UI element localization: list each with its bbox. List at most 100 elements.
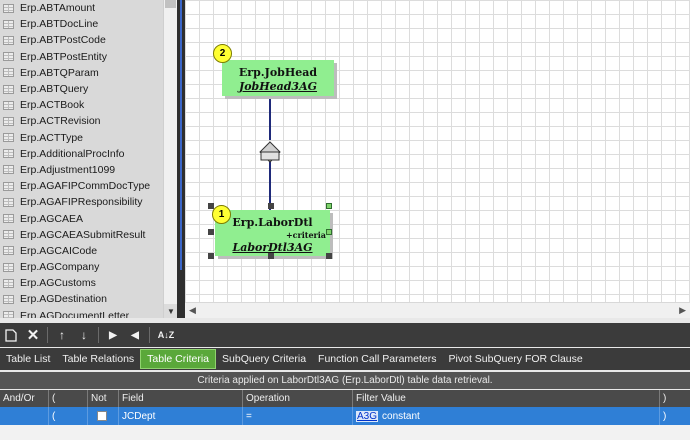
table-icon bbox=[3, 278, 14, 288]
selection-handle[interactable] bbox=[208, 229, 214, 235]
list-item-label: Erp.Adjustment1099 bbox=[20, 163, 116, 176]
list-item[interactable]: Erp.AGDestination bbox=[0, 291, 163, 307]
tab-function-call-parameters[interactable]: Function Call Parameters bbox=[312, 349, 442, 369]
selection-handle[interactable] bbox=[326, 253, 332, 259]
scroll-down-button[interactable]: ▼ bbox=[164, 304, 178, 318]
table-icon bbox=[3, 294, 14, 304]
entity-jobhead[interactable]: Erp.JobHead JobHead3AG bbox=[222, 60, 334, 96]
column-header-filter-value[interactable]: Filter Value bbox=[353, 390, 660, 407]
filter-value-link[interactable]: A3G bbox=[356, 410, 379, 422]
column-header-open-paren[interactable]: ( bbox=[49, 390, 88, 407]
filter-value-type: constant bbox=[382, 410, 420, 422]
tab-pivot-subquery-for-clause[interactable]: Pivot SubQuery FOR Clause bbox=[443, 349, 589, 369]
table-icon bbox=[3, 100, 14, 110]
table-icon bbox=[3, 133, 14, 143]
list-item[interactable]: Erp.AGCustoms bbox=[0, 275, 163, 291]
list-item[interactable]: Erp.ACTType bbox=[0, 130, 163, 146]
delete-icon[interactable]: ✕ bbox=[22, 325, 44, 345]
table-row[interactable]: ( JCDept = A3G constant ) bbox=[0, 407, 690, 425]
cell-andor[interactable] bbox=[0, 407, 49, 425]
selection-handle[interactable] bbox=[208, 203, 214, 209]
back-icon[interactable]: ◀ bbox=[124, 325, 146, 345]
table-icon bbox=[3, 3, 14, 13]
query-designer-window: Erp.ABTAmount Erp.ABTDocLine Erp.ABTPostCo… bbox=[0, 0, 690, 440]
list-item-label: Erp.AGCustoms bbox=[20, 277, 96, 290]
list-item[interactable]: Erp.ABTPostCode bbox=[0, 32, 163, 48]
selection-handle[interactable] bbox=[208, 253, 214, 259]
cell-operation[interactable]: = bbox=[243, 407, 353, 425]
table-list-panel: Erp.ABTAmount Erp.ABTDocLine Erp.ABTPostCo… bbox=[0, 0, 163, 318]
toolbar-separator bbox=[98, 327, 99, 343]
tab-table-relations[interactable]: Table Relations bbox=[56, 349, 140, 369]
play-icon[interactable]: ▶ bbox=[102, 325, 124, 345]
selection-handle[interactable] bbox=[326, 229, 332, 235]
scroll-right-icon[interactable]: ▶ bbox=[679, 305, 686, 316]
list-item-label: Erp.AdditionalProcInfo bbox=[20, 147, 125, 160]
column-header-andor[interactable]: And/Or bbox=[0, 390, 49, 407]
move-down-icon[interactable]: ↓ bbox=[73, 325, 95, 345]
new-icon[interactable] bbox=[0, 325, 22, 345]
list-item[interactable]: Erp.Adjustment1099 bbox=[0, 162, 163, 178]
list-item[interactable]: Erp.AGCAICode bbox=[0, 243, 163, 259]
tab-subquery-criteria[interactable]: SubQuery Criteria bbox=[216, 349, 312, 369]
column-header-close-paren[interactable]: ) bbox=[660, 390, 690, 407]
list-item-label: Erp.AGCompany bbox=[20, 261, 100, 274]
list-item[interactable]: Erp.ACTBook bbox=[0, 97, 163, 113]
table-icon bbox=[3, 52, 14, 62]
table-icon bbox=[3, 197, 14, 207]
list-item[interactable]: Erp.AGCAEASubmitResult bbox=[0, 227, 163, 243]
list-item[interactable]: Erp.ABTAmount bbox=[0, 0, 163, 16]
criteria-tabs: Table List Table Relations Table Criteria S… bbox=[0, 348, 690, 370]
list-item[interactable]: Erp.ABTQParam bbox=[0, 65, 163, 81]
diagram-canvas[interactable]: Erp.JobHead JobHead3AG 2 Erp.LaborDtl +c… bbox=[185, 0, 690, 302]
list-item[interactable]: Erp.AGCAEA bbox=[0, 210, 163, 226]
table-icon bbox=[3, 116, 14, 126]
column-header-operation[interactable]: Operation bbox=[243, 390, 353, 407]
panel-splitter[interactable] bbox=[177, 0, 185, 318]
list-item[interactable]: Erp.AGAFIPCommDocType bbox=[0, 178, 163, 194]
list-item-label: Erp.ACTType bbox=[20, 131, 84, 144]
cell-close-paren[interactable]: ) bbox=[660, 407, 690, 425]
table-list-scrollbar[interactable]: ▼ bbox=[163, 0, 178, 318]
cell-filter-value[interactable]: A3G constant bbox=[353, 407, 660, 425]
toolbar-separator bbox=[47, 327, 48, 343]
tab-table-criteria[interactable]: Table Criteria bbox=[140, 349, 217, 369]
list-item-label: Erp.AGDestination bbox=[20, 293, 107, 306]
list-item-label: Erp.ABTDocLine bbox=[20, 18, 99, 31]
list-item[interactable]: Erp.ACTRevision bbox=[0, 113, 163, 129]
list-item-label: Erp.ACTRevision bbox=[20, 115, 101, 128]
scroll-left-icon[interactable]: ◀ bbox=[189, 305, 196, 316]
sort-icon[interactable]: A↓Z bbox=[153, 325, 179, 345]
list-item-label: Erp.ABTQParam bbox=[20, 66, 99, 79]
list-item-label: Erp.AGAFIPResponsibility bbox=[20, 196, 143, 209]
list-item[interactable]: Erp.AdditionalProcInfo bbox=[0, 146, 163, 162]
table-icon bbox=[3, 165, 14, 175]
table-icon bbox=[3, 35, 14, 45]
list-item[interactable]: Erp.AGAFIPResponsibility bbox=[0, 194, 163, 210]
selection-handle[interactable] bbox=[268, 203, 274, 209]
list-item[interactable]: Erp.ABTQuery bbox=[0, 81, 163, 97]
column-header-not[interactable]: Not bbox=[88, 390, 119, 407]
entity-labordtl[interactable]: Erp.LaborDtl +criteria LaborDtl3AG bbox=[215, 210, 330, 256]
cell-not[interactable] bbox=[88, 407, 119, 425]
list-item[interactable]: Erp.ABTPostEntity bbox=[0, 49, 163, 65]
move-up-icon[interactable]: ↑ bbox=[51, 325, 73, 345]
splitter-grip[interactable] bbox=[180, 0, 182, 270]
selection-handle[interactable] bbox=[326, 203, 332, 209]
list-item[interactable]: Erp.ABTDocLine bbox=[0, 16, 163, 32]
column-header-field[interactable]: Field bbox=[119, 390, 243, 407]
canvas-horizontal-scrollbar[interactable]: ◀ ▶ bbox=[185, 302, 690, 318]
scrollbar-thumb[interactable] bbox=[165, 0, 176, 8]
entity-criteria-flag: +criteria bbox=[285, 230, 326, 240]
cell-field[interactable]: JCDept bbox=[119, 407, 243, 425]
list-item[interactable]: Erp.AGCompany bbox=[0, 259, 163, 275]
table-icon bbox=[3, 181, 14, 191]
list-item[interactable]: Erp.AGDocumentLetter bbox=[0, 308, 163, 318]
entity-name: Erp.JobHead bbox=[238, 66, 318, 79]
cell-open-paren[interactable]: ( bbox=[49, 407, 88, 425]
selection-handle[interactable] bbox=[268, 253, 274, 259]
grid-empty-area bbox=[0, 425, 690, 440]
criteria-grid-header: And/Or ( Not Field Operation Filter Valu… bbox=[0, 390, 690, 407]
not-checkbox[interactable] bbox=[97, 411, 107, 421]
tab-table-list[interactable]: Table List bbox=[0, 349, 56, 369]
